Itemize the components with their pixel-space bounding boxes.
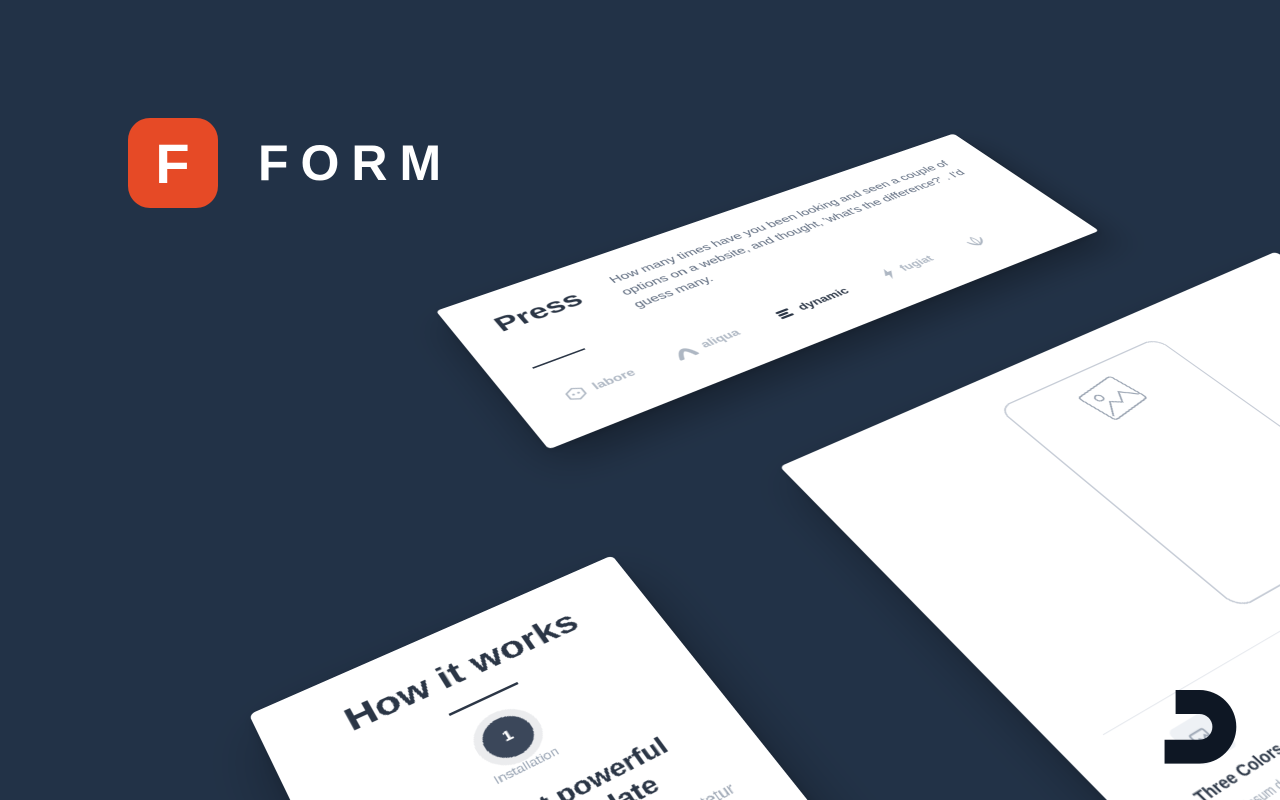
brand-wordmark: FORM [258,134,453,192]
logo-label: fugiat [896,254,936,273]
brand-badge-letter: F [155,131,190,196]
hex-icon [561,384,592,404]
bars-icon [771,306,798,322]
press-logo-dynamic[interactable]: dynamic [771,285,853,322]
step-title: Our most powerful engine to date [381,716,726,800]
bolt-icon [876,266,901,281]
card-how-it-works: How it works 1 Installation Our most pow… [249,555,993,800]
press-logo-fugiat[interactable]: fugiat [876,253,937,282]
step-number-badge: 1 [474,708,543,765]
press-blurb: How many times have you been looking and… [605,156,988,312]
logo-label: labore [589,367,638,392]
press-logo-aliqua[interactable]: aliqua [670,326,744,361]
press-logo-labore[interactable]: labore [561,366,640,404]
logo-label: aliqua [697,327,743,350]
brand-lockup: F FORM [128,118,453,208]
publisher-d-logo-icon [1148,679,1240,776]
lotus-icon [959,232,992,249]
logo-label: dynamic [795,286,853,313]
device-outline [997,337,1280,609]
brand-badge: F [128,118,218,208]
card-press: Press How many times have you been looki… [436,134,1099,450]
arch-icon [670,343,701,361]
press-logo-lotus[interactable] [959,232,992,249]
how-title: How it works [305,593,615,755]
image-placeholder-icon [1076,375,1150,422]
press-title: Press [488,287,589,336]
